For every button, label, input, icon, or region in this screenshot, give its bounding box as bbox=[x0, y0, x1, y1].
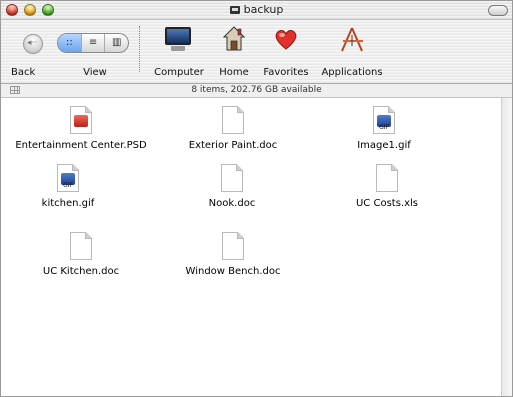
file-name: Window Bench.doc bbox=[185, 266, 281, 277]
file-item[interactable]: Window Bench.doc bbox=[158, 232, 308, 282]
file-name: Image1.gif bbox=[357, 140, 411, 151]
status-bar: 8 items, 202.76 GB available bbox=[1, 84, 512, 98]
computer-label: Computer bbox=[154, 67, 204, 78]
icon-view-button[interactable]: :: bbox=[58, 34, 82, 52]
title-bar[interactable]: backup bbox=[1, 1, 512, 20]
document-icon bbox=[219, 164, 245, 196]
file-name: Entertainment Center.PSD bbox=[15, 140, 147, 151]
column-view-button[interactable]: ▥ bbox=[105, 34, 128, 52]
applications-button[interactable]: Applications bbox=[317, 20, 387, 83]
home-button[interactable]: Home bbox=[213, 20, 255, 83]
view-control: :: ≡ ▥ View bbox=[57, 20, 133, 83]
status-text: 8 items, 202.76 GB available bbox=[191, 85, 322, 95]
back-button[interactable]: ◂·· Back bbox=[9, 20, 59, 83]
toolbar-separator bbox=[139, 26, 140, 72]
view-label: View bbox=[83, 67, 107, 78]
home-label: Home bbox=[219, 67, 249, 78]
document-icon bbox=[68, 232, 94, 264]
file-item[interactable]: Exterior Paint.doc bbox=[158, 106, 308, 156]
window-title: backup bbox=[1, 3, 512, 16]
file-name: kitchen.gif bbox=[41, 198, 95, 209]
document-icon bbox=[220, 106, 246, 138]
finder-window: backup ◂·· Back :: ≡ ▥ View Computer Hom… bbox=[0, 0, 513, 397]
favorites-label: Favorites bbox=[263, 67, 309, 78]
psd-file-icon bbox=[68, 106, 94, 138]
applications-label: Applications bbox=[321, 67, 383, 78]
applications-icon bbox=[341, 27, 363, 52]
document-icon bbox=[220, 232, 246, 264]
file-icon-area: Entertainment Center.PSD Exterior Paint.… bbox=[1, 98, 501, 396]
back-label: Back bbox=[11, 67, 36, 78]
disk-icon bbox=[229, 6, 240, 14]
file-name: UC Kitchen.doc bbox=[42, 266, 120, 277]
toolbar: ◂·· Back :: ≡ ▥ View Computer Home Favor… bbox=[1, 20, 512, 84]
file-item[interactable]: Entertainment Center.PSD bbox=[6, 106, 156, 156]
file-item[interactable]: GIF kitchen.gif bbox=[1, 164, 143, 214]
computer-icon bbox=[165, 27, 191, 51]
list-view-button[interactable]: ≡ bbox=[82, 34, 106, 52]
heart-icon bbox=[275, 30, 297, 50]
back-arrow-icon: ◂·· bbox=[23, 34, 43, 54]
favorites-button[interactable]: Favorites bbox=[257, 20, 315, 83]
file-item[interactable]: UC Costs.xls bbox=[312, 164, 462, 214]
view-segmented-control[interactable]: :: ≡ ▥ bbox=[57, 33, 129, 53]
gif-file-icon: GIF bbox=[371, 106, 397, 138]
window-title-text: backup bbox=[243, 3, 284, 16]
gif-file-icon: GIF bbox=[55, 164, 81, 196]
file-name: Nook.doc bbox=[208, 198, 256, 209]
file-item[interactable]: Nook.doc bbox=[157, 164, 307, 214]
file-item[interactable]: GIF Image1.gif bbox=[309, 106, 459, 156]
file-name: Exterior Paint.doc bbox=[188, 140, 278, 151]
file-name: UC Costs.xls bbox=[355, 198, 418, 209]
vertical-scrollbar[interactable] bbox=[501, 98, 512, 396]
toolbar-toggle-button[interactable] bbox=[488, 5, 508, 16]
document-icon bbox=[374, 164, 400, 196]
home-icon bbox=[223, 26, 245, 51]
computer-button[interactable]: Computer bbox=[147, 20, 211, 83]
file-item[interactable]: UC Kitchen.doc bbox=[6, 232, 156, 282]
